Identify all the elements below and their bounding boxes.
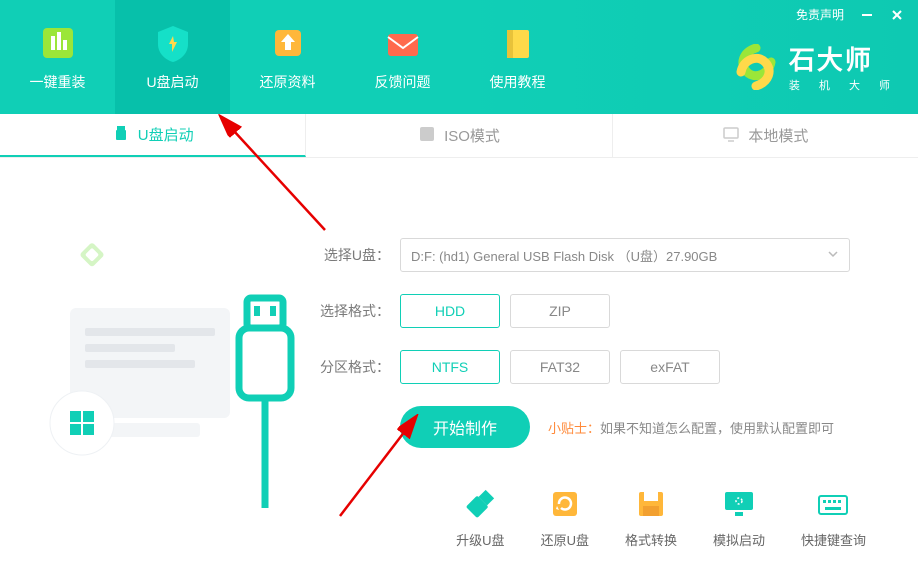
mail-icon — [382, 22, 424, 64]
part-ntfs[interactable]: NTFS — [400, 350, 500, 384]
foot-label: 模拟启动 — [713, 530, 765, 549]
tab-feedback[interactable]: 反馈问题 — [345, 0, 460, 114]
tab-reinstall[interactable]: 一键重装 — [0, 0, 115, 114]
restore-icon — [267, 22, 309, 64]
sub-tabs: U盘启动 ISO模式 本地模式 — [0, 114, 918, 158]
hint-text: 如果不知道怎么配置，使用默认配置即可 — [600, 421, 834, 436]
tab-restore[interactable]: 还原资料 — [230, 0, 345, 114]
main-panel: 选择U盘： D:F: (hd1) General USB Flash Disk … — [0, 158, 918, 448]
foot-restore[interactable]: 还原U盘 — [541, 486, 589, 549]
foot-simulate[interactable]: 模拟启动 — [713, 486, 765, 549]
fmt-label: 选择格式： — [320, 301, 390, 321]
foot-shortcut[interactable]: 快捷键查询 — [801, 486, 866, 549]
brand: 石大师 装 机 大 师 — [733, 40, 898, 93]
foot-label: 还原U盘 — [541, 530, 589, 549]
brand-subtitle: 装 机 大 师 — [789, 77, 898, 93]
footer-actions: 升级U盘 还原U盘 格式转换 模拟启动 快捷键查询 — [456, 486, 866, 549]
subtab-label: U盘启动 — [138, 124, 194, 145]
disclaimer-link[interactable]: 免责声明 — [796, 6, 844, 23]
keyboard-icon — [815, 486, 851, 522]
part-label: 分区格式： — [320, 357, 390, 377]
foot-convert[interactable]: 格式转换 — [625, 486, 677, 549]
hint-prefix: 小贴士： — [548, 421, 600, 436]
foot-upgrade[interactable]: 升级U盘 — [456, 486, 504, 549]
brand-logo-icon — [733, 44, 779, 90]
chevron-down-icon — [827, 248, 839, 263]
foot-label: 升级U盘 — [456, 530, 504, 549]
tab-label: 一键重装 — [30, 72, 86, 92]
tab-label: U盘启动 — [146, 72, 198, 92]
minimize-button[interactable] — [860, 8, 874, 22]
usb-upgrade-icon — [462, 486, 498, 522]
restore-usb-icon — [547, 486, 583, 522]
subtab-label: ISO模式 — [444, 125, 500, 146]
usb-icon — [112, 124, 130, 146]
start-button[interactable]: 开始制作 — [400, 406, 530, 448]
header: 一键重装 U盘启动 还原资料 反馈问题 使用教程 免责声明 — [0, 0, 918, 114]
book-icon — [497, 22, 539, 64]
illustration — [40, 198, 300, 498]
brand-title: 石大师 — [789, 40, 898, 77]
tab-label: 还原资料 — [260, 72, 316, 92]
foot-label: 格式转换 — [625, 530, 677, 549]
part-exfat[interactable]: exFAT — [620, 350, 720, 384]
usb-label: 选择U盘： — [320, 245, 390, 265]
reinstall-icon — [37, 22, 79, 64]
subtab-label: 本地模式 — [748, 125, 808, 146]
foot-label: 快捷键查询 — [801, 530, 866, 549]
fmt-hdd[interactable]: HDD — [400, 294, 500, 328]
close-button[interactable] — [890, 8, 904, 22]
tab-usbboot[interactable]: U盘启动 — [115, 0, 230, 114]
fmt-zip[interactable]: ZIP — [510, 294, 610, 328]
monitor-play-icon — [721, 486, 757, 522]
window-controls: 免责声明 — [796, 6, 904, 23]
part-fat32[interactable]: FAT32 — [510, 350, 610, 384]
usb-value: D:F: (hd1) General USB Flash Disk （U盘）27… — [411, 246, 717, 265]
hint: 小贴士：如果不知道怎么配置，使用默认配置即可 — [548, 418, 834, 437]
iso-icon — [418, 125, 436, 147]
tab-label: 使用教程 — [490, 72, 546, 92]
subtab-usb[interactable]: U盘启动 — [0, 114, 306, 157]
tab-label: 反馈问题 — [375, 72, 431, 92]
usb-shield-icon — [152, 22, 194, 64]
subtab-local[interactable]: 本地模式 — [613, 114, 918, 157]
monitor-icon — [722, 125, 740, 147]
usb-select[interactable]: D:F: (hd1) General USB Flash Disk （U盘）27… — [400, 238, 850, 272]
floppy-icon — [633, 486, 669, 522]
main-tabs: 一键重装 U盘启动 还原资料 反馈问题 使用教程 — [0, 0, 575, 114]
tab-tutorial[interactable]: 使用教程 — [460, 0, 575, 114]
subtab-iso[interactable]: ISO模式 — [306, 114, 612, 157]
